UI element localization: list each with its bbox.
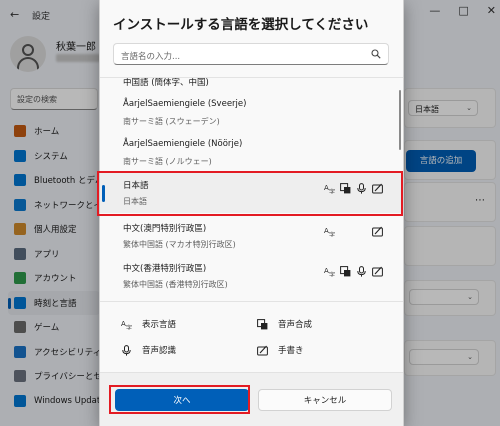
display-language-icon: A字 [324, 262, 335, 279]
language-native-name: 南サーミ語 (スウェーデン) [123, 117, 220, 126]
display-language-icon: A字 [324, 222, 335, 239]
language-name: ÅarjelSaemiengiele (Sveerje) [123, 99, 247, 109]
legend-display-language: A字 表示言語 [121, 318, 177, 332]
language-feature-icons: A字 [324, 262, 383, 279]
search-icon [371, 49, 381, 59]
legend-label: 音声認識 [142, 346, 177, 356]
svg-text:字: 字 [329, 271, 335, 277]
legend-label: 手書き [278, 346, 304, 356]
selected-language-annotation [97, 171, 403, 216]
language-search-box[interactable] [113, 43, 389, 67]
speech-synthesis-icon [340, 262, 351, 277]
language-search-input[interactable] [114, 47, 354, 67]
handwriting-icon [372, 262, 383, 277]
svg-text:字: 字 [126, 324, 132, 330]
dialog-title: インストールする言語を選択してください [113, 17, 369, 33]
language-list-item[interactable]: ÅarjelSaemiengiele (Sveerje) 南サーミ語 (スウェーデ… [100, 93, 403, 133]
display-language-icon: A字 [121, 319, 132, 332]
microphone-icon [356, 262, 367, 277]
language-feature-icons: A字 [324, 222, 383, 239]
handwriting-icon [257, 345, 268, 356]
language-native-name: 繁体中国語 (香港特別行政区) [123, 280, 228, 289]
svg-text:字: 字 [329, 231, 335, 237]
legend-speech-synthesis: 音声合成 [257, 318, 312, 330]
legend-speech-recognition: 音声認識 [121, 344, 176, 356]
language-name: 中国語 (簡体字、中国) [123, 78, 209, 88]
legend-handwriting: 手書き [257, 344, 304, 356]
list-scrollbar[interactable] [399, 90, 401, 150]
legend-label: 表示言語 [142, 320, 177, 330]
language-name: ÅarjelSaemiengiele (Nöörje) [123, 139, 243, 149]
language-native-name: 繁体中国語 (マカオ特別行政区) [123, 240, 236, 249]
next-button-annotation [109, 385, 250, 414]
legend-label: 音声合成 [278, 320, 313, 330]
language-name: 中文(香港特別行政區) [123, 264, 207, 274]
cancel-button[interactable]: キャンセル [258, 389, 392, 411]
microphone-icon [121, 344, 132, 356]
language-list-item[interactable]: ÅarjelSaemiengiele (Nöörje) 南サーミ語 (ノルウェー) [100, 133, 403, 173]
language-list-item[interactable]: 中文(香港特別行政區) 繁体中国語 (香港特別行政区) A 字 [100, 256, 403, 296]
speech-synthesis-icon [257, 318, 268, 330]
language-native-name: 南サーミ語 (ノルウェー) [123, 157, 212, 166]
language-name: 中文(澳門特別行政區) [123, 224, 207, 234]
handwriting-icon [372, 222, 383, 237]
language-list-item[interactable]: 中文(澳門特別行政區) 繁体中国語 (マカオ特別行政区) A 字 [100, 216, 403, 256]
